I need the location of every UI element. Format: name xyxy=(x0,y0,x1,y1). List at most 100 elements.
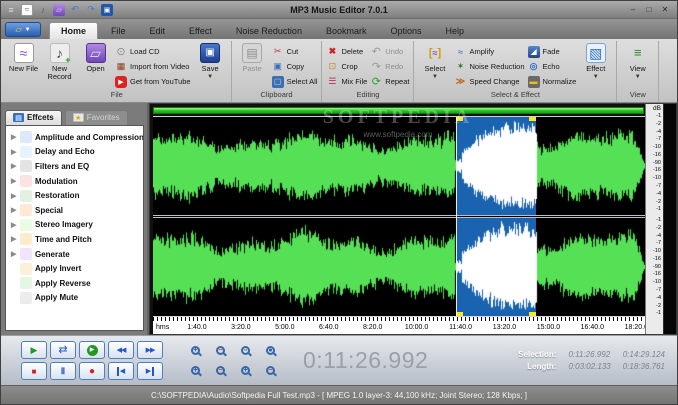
ribbon-tab[interactable]: Bookmark xyxy=(315,23,378,39)
record-button[interactable]: ● xyxy=(79,362,105,380)
waveform-channel-right[interactable] xyxy=(153,218,645,316)
close-button[interactable]: ✕ xyxy=(659,4,671,15)
chevron-down-icon[interactable]: ▼ xyxy=(207,73,213,81)
expand-arrow-icon[interactable]: ▶ xyxy=(11,221,17,229)
effects-tree-item[interactable]: ▶ Filters and EQ xyxy=(8,159,143,174)
expand-arrow-icon[interactable]: ▶ xyxy=(11,177,17,185)
new-file-button[interactable]: ≈New File xyxy=(7,42,40,73)
ribbon-tab[interactable]: Home xyxy=(49,22,98,39)
cut-button[interactable]: ✂Cut xyxy=(272,45,318,58)
open-icon[interactable]: ▱ xyxy=(53,4,65,16)
new-record-button[interactable]: ♪+New Record xyxy=(43,42,76,81)
expand-arrow-icon[interactable]: ▶ xyxy=(11,235,17,243)
effects-tree-item[interactable]: ▶ Apply Mute xyxy=(8,291,143,306)
ribbon-tab[interactable]: File xyxy=(100,23,137,39)
rewind-button[interactable]: ◀◀ xyxy=(108,341,134,359)
timeline-ruler[interactable]: hms 1:40.03:20.05:00.06:40.08:20.010:00.… xyxy=(153,317,645,334)
save-icon[interactable]: ▣ xyxy=(101,4,113,16)
effects-tree-item[interactable]: ▶ Special xyxy=(8,203,143,218)
redo-icon[interactable]: ↷ xyxy=(85,4,97,16)
ribbon-tab[interactable]: Help xyxy=(435,23,476,39)
ribbon-tab[interactable]: Options xyxy=(379,23,432,39)
ribbon-tab[interactable]: Effect xyxy=(178,23,223,39)
effects-tree-item[interactable]: ▶ Apply Invert xyxy=(8,261,143,276)
effects-tree-item[interactable]: ▶ Restoration xyxy=(8,188,143,203)
zoom-horizontal-out-button[interactable]: − xyxy=(260,362,281,379)
maximize-button[interactable]: □ xyxy=(643,4,655,15)
select-button[interactable]: [≈]Select▼ xyxy=(418,42,451,81)
mix-file-button[interactable]: ☰Mix File xyxy=(326,75,367,88)
import-from-video-button[interactable]: ▦Import from Video xyxy=(115,60,191,73)
expand-arrow-icon[interactable]: ▶ xyxy=(11,162,17,170)
length-label: Length: xyxy=(518,362,556,371)
loop-button[interactable]: ⇄ xyxy=(50,341,76,359)
ribbon-tab[interactable]: Edit xyxy=(139,23,177,39)
speed-change-button[interactable]: ≫Speed Change xyxy=(454,75,524,88)
zoom-selection-button[interactable]: ▫ xyxy=(235,342,256,359)
zoom-full-button[interactable]: ● xyxy=(260,342,281,359)
play-all-button[interactable]: ▶ xyxy=(79,341,105,359)
effects-tree-item[interactable]: ▶ Generate xyxy=(8,247,143,262)
chevron-down-icon[interactable]: ▼ xyxy=(635,73,641,81)
minimize-button[interactable]: – xyxy=(627,4,639,15)
waveform-channel-left[interactable] xyxy=(153,117,645,215)
app-menu-button[interactable]: ▱▼ xyxy=(5,22,41,37)
effects-tree-item[interactable]: ▶ Time and Pitch xyxy=(8,232,143,247)
zoom-in-button[interactable]: + xyxy=(185,342,206,359)
normalize-button[interactable]: ▬Normalize xyxy=(528,75,577,88)
expand-arrow-icon[interactable]: ▶ xyxy=(11,133,17,141)
expand-arrow-icon[interactable]: ▶ xyxy=(11,148,17,156)
fast-forward-button[interactable]: ▶▶ xyxy=(137,341,163,359)
select-all-button[interactable]: ▢Select All xyxy=(272,75,318,88)
effects-tree-item[interactable]: ▶ Amplitude and Compression xyxy=(8,130,143,145)
paste-button[interactable]: ▤Paste xyxy=(236,42,269,73)
repeat-button[interactable]: ⟳Repeat xyxy=(370,75,409,88)
overview-navigation-bar[interactable] xyxy=(153,107,644,114)
waveform-display[interactable] xyxy=(153,116,645,317)
vertical-scroll-strip[interactable] xyxy=(663,104,676,334)
zoom-vertical-in-button[interactable]: + xyxy=(185,362,206,379)
new-file-icon[interactable]: ≈ xyxy=(21,4,33,16)
pause-button[interactable]: Ⅱ xyxy=(50,362,76,380)
zoom-in-icon: + xyxy=(191,346,200,355)
play-button[interactable]: ▶ xyxy=(21,341,47,359)
effects-tree-item[interactable]: ▶ Stereo Imagery xyxy=(8,218,143,233)
noise-reduction-button[interactable]: ✶Noise Reduction xyxy=(454,60,524,73)
amplify-icon: ≈ xyxy=(454,46,466,58)
tab-effects[interactable]: ▤Effcets xyxy=(5,110,62,125)
redo-button[interactable]: ↷Redo xyxy=(370,60,409,73)
tab-favorites[interactable]: ★Favorites xyxy=(65,110,128,125)
record-icon[interactable]: ♪ xyxy=(37,4,49,16)
open-button[interactable]: ▱Open xyxy=(79,42,112,73)
effects-tree-item[interactable]: ▶ Delay and Echo xyxy=(8,145,143,160)
copy-button[interactable]: ▣Copy xyxy=(272,60,318,73)
undo-button[interactable]: ↶Undo xyxy=(370,45,409,58)
effects-tree-item[interactable]: ▶ Modulation xyxy=(8,174,143,189)
delete-button[interactable]: ✖Delete xyxy=(326,45,367,58)
zoom-out-button[interactable]: − xyxy=(210,342,231,359)
db-tick-label: -7 xyxy=(656,137,661,143)
system-menu-icon[interactable]: ≡ xyxy=(5,4,17,16)
effects-tree-item[interactable]: ▶ Apply Reverse xyxy=(8,276,143,291)
load-cd-button[interactable]: ⊙Load CD xyxy=(115,45,191,58)
go-end-button[interactable]: ▶ xyxy=(137,362,163,380)
go-start-button[interactable]: ◀ xyxy=(108,362,134,380)
effect-button[interactable]: ▧Effect▼ xyxy=(579,42,612,81)
amplify-button[interactable]: ≈Amplify xyxy=(454,45,524,58)
echo-button[interactable]: ◎Echo xyxy=(528,60,577,73)
chevron-down-icon[interactable]: ▼ xyxy=(432,73,438,81)
zoom-horizontal-in-button[interactable]: + xyxy=(235,362,256,379)
fade-button[interactable]: ◢Fade xyxy=(528,45,577,58)
expand-arrow-icon[interactable]: ▶ xyxy=(11,206,17,214)
save-button[interactable]: ▣Save▼ xyxy=(194,42,227,81)
expand-arrow-icon[interactable]: ▶ xyxy=(11,250,17,258)
get-from-youtube-button[interactable]: ▶Get from YouTube xyxy=(115,75,191,88)
undo-icon[interactable]: ↶ xyxy=(69,4,81,16)
chevron-down-icon[interactable]: ▼ xyxy=(593,73,599,81)
stop-button[interactable]: ■ xyxy=(21,362,47,380)
zoom-vertical-out-button[interactable]: − xyxy=(210,362,231,379)
crop-button[interactable]: ⊡Crop xyxy=(326,60,367,73)
ribbon-tab[interactable]: Noise Reduction xyxy=(225,23,313,39)
view-button[interactable]: ≡View▼ xyxy=(621,42,654,81)
expand-arrow-icon[interactable]: ▶ xyxy=(11,192,17,200)
